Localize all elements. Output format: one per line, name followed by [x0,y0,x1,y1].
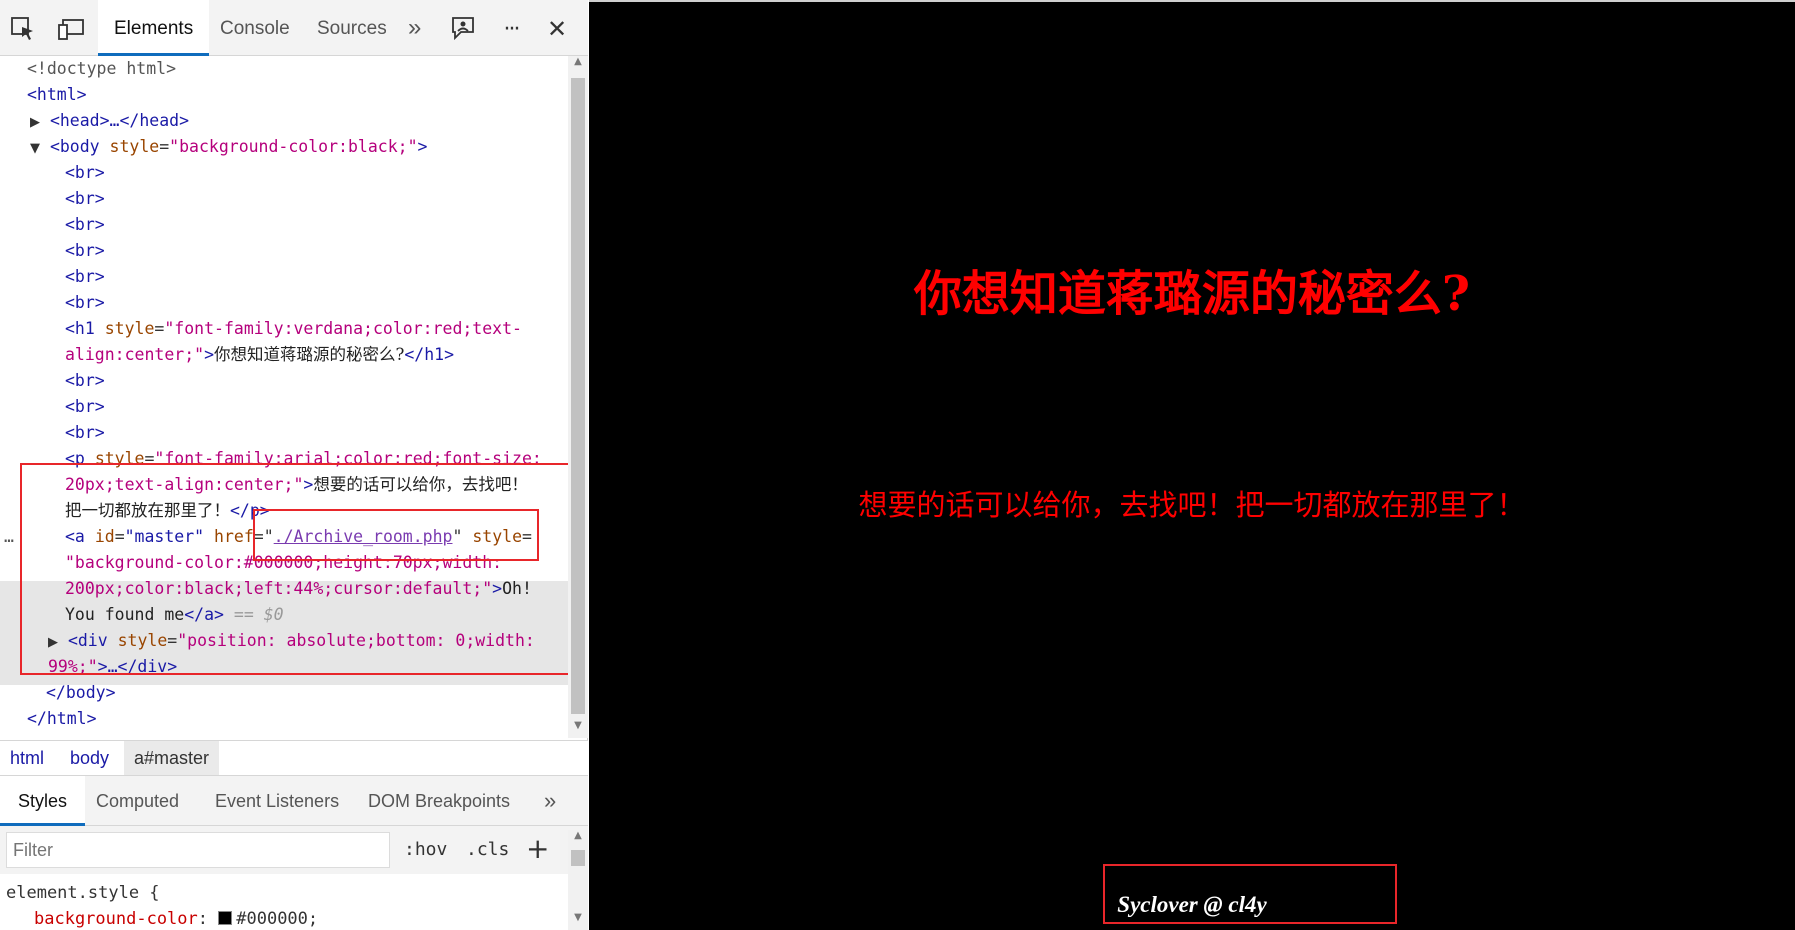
dom-br[interactable]: <br> [65,238,105,264]
node-actions-ellipsis[interactable]: … [4,524,14,550]
scroll-up-icon[interactable]: ▲ [568,56,588,74]
inspect-element-icon[interactable] [8,14,38,44]
scrollbar-thumb[interactable] [571,850,585,866]
styles-rules: element.style { background-color: #00000… [0,874,568,930]
hov-toggle[interactable]: :hov [404,836,447,864]
tab-styles[interactable]: Styles [0,776,86,826]
devtools-panel: Elements Console Sources » ··· ✕ <!docty… [0,0,588,930]
page-paragraph: 想要的话可以给你，去找吧！把一切都放在那里了！ [858,488,1526,522]
tab-console[interactable]: Console [210,0,300,56]
dom-html-close[interactable]: </html> [27,706,97,732]
annotation-box-elements [20,463,568,675]
dom-br[interactable]: <br> [65,368,105,394]
page-viewport: 你想知道蒋璐源的秘密么? 想要的话可以给你，去找吧！把一切都放在那里了！ Syc… [589,0,1795,930]
styles-tabs: Styles Computed Event Listeners DOM Brea… [0,776,588,826]
devtools-toolbar: Elements Console Sources » ··· ✕ [0,0,588,56]
color-swatch-icon[interactable] [218,911,233,925]
dom-scrollbar[interactable]: ▲ ▼ [568,56,588,738]
dom-br[interactable]: <br> [65,160,105,186]
dom-br[interactable]: <br> [65,264,105,290]
close-icon[interactable]: ✕ [542,14,572,44]
dom-br[interactable]: <br> [65,420,105,446]
style-declaration[interactable]: background-color: #000000; [34,906,318,930]
dom-h1[interactable]: <h1 style="font-family:verdana;color:red… [65,316,522,342]
breadcrumb-body[interactable]: body [60,741,119,775]
styles-filter-bar: :hov .cls + [0,826,588,874]
scrollbar-thumb[interactable] [571,78,585,714]
more-menu-icon[interactable]: ··· [496,14,526,44]
styles-scrollbar[interactable]: ▲ ▼ [568,830,588,930]
styles-filter-input[interactable] [6,832,390,868]
scroll-up-icon[interactable]: ▲ [568,830,588,848]
tab-event-listeners[interactable]: Event Listeners [215,776,339,826]
scroll-down-icon[interactable]: ▼ [568,720,588,738]
tab-elements[interactable]: Elements [98,0,210,56]
dom-br[interactable]: <br> [65,394,105,420]
tab-computed[interactable]: Computed [96,776,179,826]
dom-br[interactable]: <br> [65,290,105,316]
expand-triangle-icon[interactable]: ▶ [30,115,40,130]
tab-dom-breakpoints[interactable]: DOM Breakpoints [368,776,510,826]
breadcrumb-html[interactable]: html [0,741,54,775]
breadcrumb-a-master[interactable]: a#master [124,741,220,775]
dom-tree: <!doctype html> <html> ▶ <head>…</head> … [0,56,568,738]
dom-br[interactable]: <br> [65,186,105,212]
more-tabs-button[interactable]: » [398,0,431,56]
scroll-down-icon[interactable]: ▼ [568,912,588,930]
feedback-icon[interactable] [448,14,478,44]
page-heading: 你想知道蒋璐源的秘密么? [913,266,1471,322]
annotation-box-credit [1103,864,1397,924]
more-subtabs-button[interactable]: » [544,776,556,826]
dom-head[interactable]: ▶ <head>…</head> [30,108,189,136]
dom-body-close[interactable]: </body> [46,680,116,706]
dom-body-open[interactable]: ▼ <body style="background-color:black;"> [30,134,427,162]
dom-h1-cont[interactable]: align:center;">你想知道蒋璐源的秘密么?</h1> [65,342,454,368]
cls-toggle[interactable]: .cls [466,836,509,864]
breadcrumb: html body a#master [0,740,588,776]
add-rule-icon[interactable]: + [526,832,549,865]
dom-doctype[interactable]: <!doctype html> [27,56,176,82]
collapse-triangle-icon[interactable]: ▼ [30,141,40,156]
dom-html-open[interactable]: <html> [27,82,87,108]
annotation-box-href [253,509,539,561]
tab-sources[interactable]: Sources [307,0,397,56]
dom-br[interactable]: <br> [65,212,105,238]
device-emulation-icon[interactable] [56,14,86,44]
style-selector[interactable]: element.style { [6,880,160,906]
